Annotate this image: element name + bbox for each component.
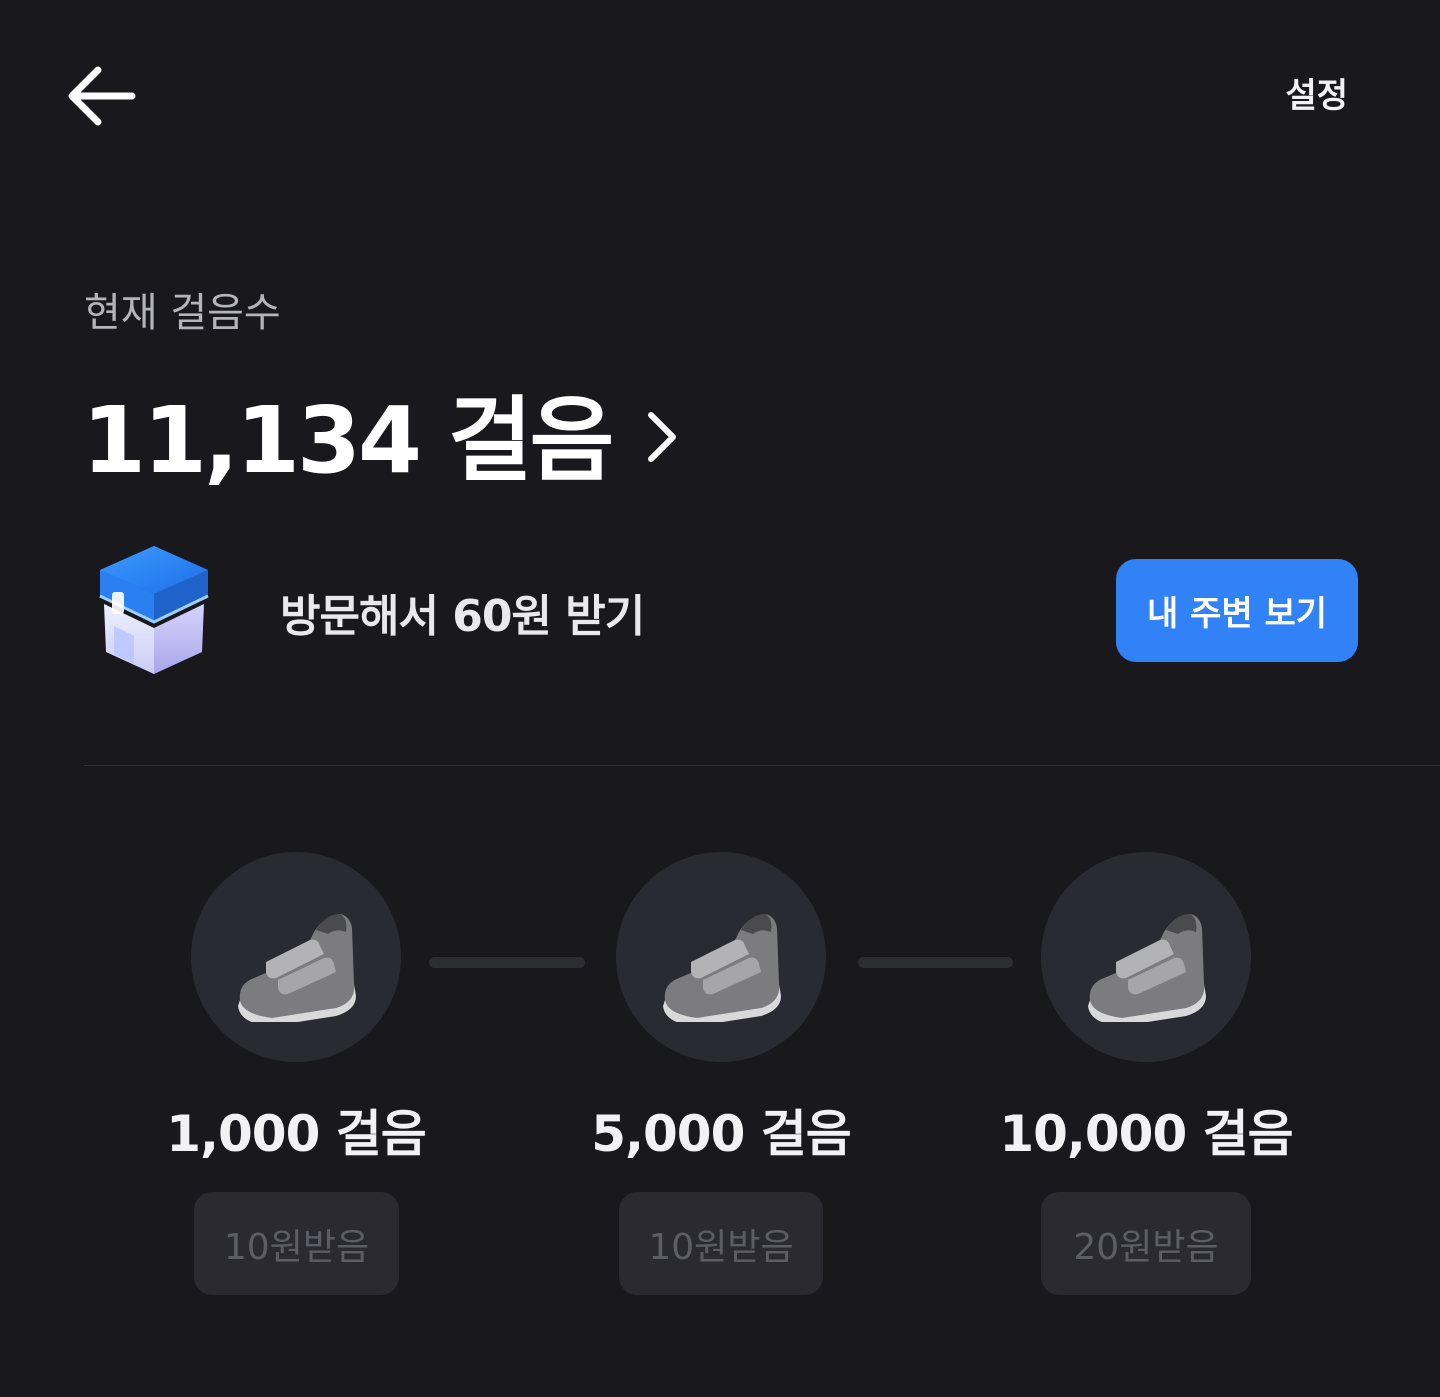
- milestone-goal: 10,000 걸음: [999, 1105, 1293, 1163]
- step-count-link[interactable]: 11,134 걸음: [82, 366, 679, 499]
- milestone-circle: [616, 852, 826, 1062]
- settings-button[interactable]: 설정: [1285, 68, 1348, 117]
- milestone-10000: 10,000 걸음 20원받음: [976, 852, 1316, 1297]
- current-steps-label: 현재 걸음수: [84, 290, 281, 336]
- sneaker-icon: [238, 914, 356, 1022]
- back-button[interactable]: [58, 56, 142, 136]
- chevron-right-icon: [648, 411, 677, 462]
- visit-reward-row: 방문해서 60원 받기 내 주변 보기: [84, 536, 1358, 686]
- arrow-left-icon: [68, 66, 136, 126]
- store-box-icon: [99, 546, 209, 674]
- visit-reward-text: 방문해서 60원 받기: [280, 591, 645, 642]
- milestone-goal: 1,000 걸음: [166, 1105, 427, 1163]
- sneaker-icon: [1088, 914, 1206, 1022]
- reward-claimed-button[interactable]: 10원받음: [619, 1192, 823, 1295]
- milestone-5000: 5,000 걸음 10원받음: [551, 852, 891, 1297]
- reward-claimed-button[interactable]: 20원받음: [1041, 1192, 1251, 1295]
- milestone-circle: [191, 852, 401, 1062]
- step-count-value: 11,134 걸음: [82, 387, 614, 494]
- sneaker-icon: [663, 914, 781, 1022]
- milestone-circle: [1041, 852, 1251, 1062]
- section-divider: [84, 765, 1440, 766]
- walk-reward-page: 설정 현재 걸음수 11,134 걸음 방문해서 60원 받기 내 주변 보기 …: [0, 0, 1440, 1397]
- reward-claimed-button[interactable]: 10원받음: [194, 1192, 399, 1295]
- milestone-1000: 1,000 걸음 10원받음: [126, 852, 466, 1297]
- milestone-goal: 5,000 걸음: [591, 1105, 852, 1163]
- view-nearby-button[interactable]: 내 주변 보기: [1116, 559, 1358, 662]
